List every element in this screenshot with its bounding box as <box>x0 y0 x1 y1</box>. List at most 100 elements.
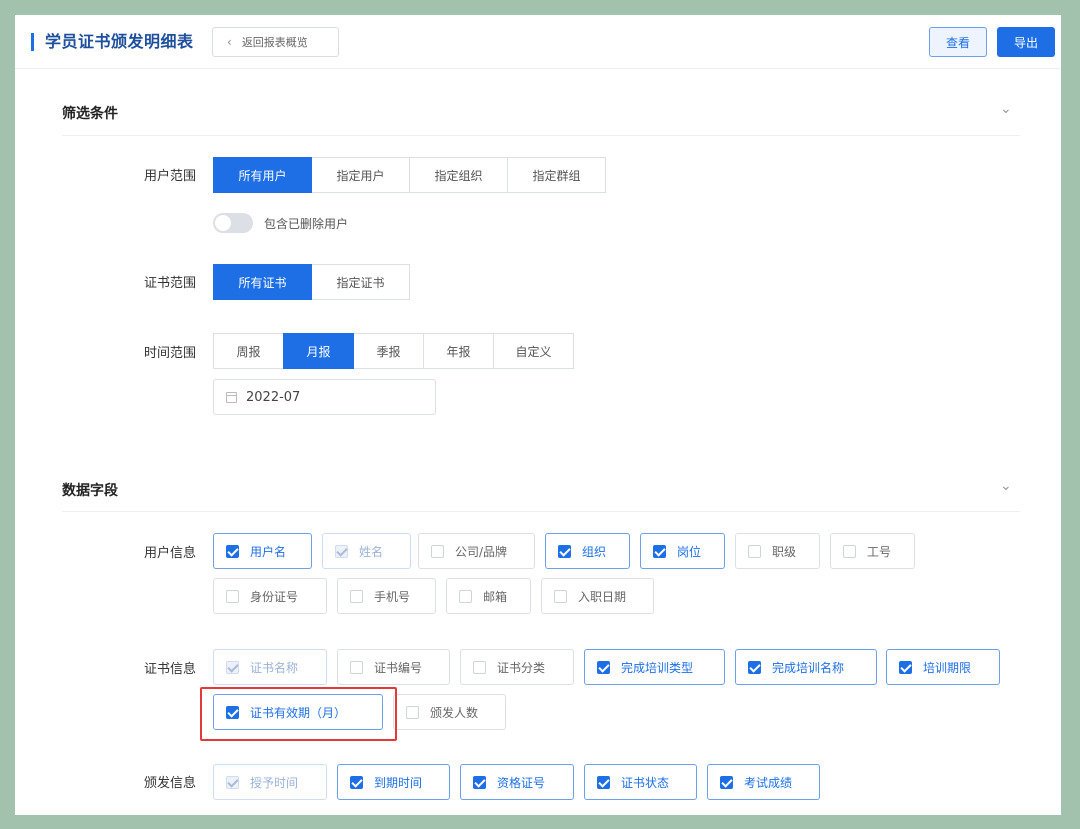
field-label: 证书分类 <box>497 660 546 675</box>
time-scope-option-custom[interactable]: 自定义 <box>493 333 574 369</box>
user-scope-option-users[interactable]: 指定用户 <box>311 157 410 193</box>
field-checkbox-employee-id[interactable]: 工号 <box>830 533 915 569</box>
checkbox-box <box>597 660 610 674</box>
checkbox-box <box>459 589 472 603</box>
time-scope-option-quarter[interactable]: 季报 <box>353 333 424 369</box>
field-checkbox-org[interactable]: 组织 <box>545 533 630 569</box>
checkbox-box <box>554 589 567 603</box>
user-scope-option-orgs[interactable]: 指定组织 <box>409 157 508 193</box>
checkbox-box <box>226 660 239 674</box>
user-info-label: 用户信息 <box>144 546 197 561</box>
field-checkbox-cert-status[interactable]: 证书状态 <box>584 764 697 800</box>
field-checkbox-email[interactable]: 邮箱 <box>446 578 531 614</box>
field-label: 完成培训名称 <box>772 660 845 675</box>
toggle-knob <box>215 215 231 231</box>
field-label: 入职日期 <box>578 589 627 604</box>
time-scope-option-week[interactable]: 周报 <box>213 333 284 369</box>
checkbox-box <box>350 660 363 674</box>
checkbox-box <box>899 660 912 674</box>
field-checkbox-qualification-number[interactable]: 资格证号 <box>460 764 574 800</box>
field-checkbox-cert-number[interactable]: 证书编号 <box>337 649 450 685</box>
issue-info-label: 颁发信息 <box>144 776 197 791</box>
time-scope-label: 时间范围 <box>144 346 197 361</box>
field-checkbox-cert-category[interactable]: 证书分类 <box>460 649 574 685</box>
section-divider <box>62 135 1020 136</box>
field-label: 考试成绩 <box>744 775 793 790</box>
checkbox-box <box>431 544 444 558</box>
field-checkbox-training-name[interactable]: 完成培训名称 <box>735 649 877 685</box>
checkbox-box <box>350 589 363 603</box>
time-scope-option-year[interactable]: 年报 <box>423 333 494 369</box>
field-label: 授予时间 <box>250 775 299 790</box>
cert-info-label: 证书信息 <box>144 662 197 677</box>
field-checkbox-phone[interactable]: 手机号 <box>337 578 436 614</box>
checkbox-box <box>226 589 239 603</box>
include-deleted-label: 包含已删除用户 <box>264 217 349 231</box>
checkbox-box <box>720 775 733 789</box>
include-deleted-toggle[interactable] <box>213 213 253 233</box>
field-label: 资格证号 <box>497 775 546 790</box>
checkbox-box <box>653 544 666 558</box>
field-label: 岗位 <box>677 544 702 559</box>
calendar-icon <box>226 391 237 403</box>
field-label: 证书名称 <box>250 660 299 675</box>
field-checkbox-training-type[interactable]: 完成培训类型 <box>584 649 725 685</box>
field-checkbox-id-number[interactable]: 身份证号 <box>213 578 327 614</box>
section-divider <box>62 511 1020 512</box>
checkbox-box <box>406 705 419 719</box>
checkbox-box <box>473 660 486 674</box>
user-scope-option-groups[interactable]: 指定群组 <box>507 157 606 193</box>
field-checkbox-name[interactable]: 姓名 <box>322 533 411 569</box>
field-checkbox-rank[interactable]: 职级 <box>735 533 820 569</box>
user-scope-option-all[interactable]: 所有用户 <box>213 157 312 193</box>
view-button[interactable]: 查看 <box>929 27 987 57</box>
field-label: 组织 <box>582 544 607 559</box>
page-title: 学员证书颁发明细表 <box>45 32 194 51</box>
time-scope-option-month[interactable]: 月报 <box>283 333 354 369</box>
checkbox-box <box>350 775 363 789</box>
field-checkbox-issued-count[interactable]: 颁发人数 <box>393 694 506 730</box>
field-checkbox-exam-score[interactable]: 考试成绩 <box>707 764 820 800</box>
checkbox-box <box>748 660 761 674</box>
cert-scope-option-all[interactable]: 所有证书 <box>213 264 312 300</box>
chevron-left-icon: ‹ <box>227 35 232 49</box>
field-checkbox-hire-date[interactable]: 入职日期 <box>541 578 654 614</box>
report-card: 学员证书颁发明细表 ‹ 返回报表概览 查看 导出 筛选条件 ⌄ 用户范围 所有用… <box>15 15 1061 815</box>
field-label: 姓名 <box>359 544 384 559</box>
export-button[interactable]: 导出 <box>997 27 1055 57</box>
field-checkbox-cert-name[interactable]: 证书名称 <box>213 649 327 685</box>
user-scope-label: 用户范围 <box>144 169 197 184</box>
field-checkbox-username[interactable]: 用户名 <box>213 533 312 569</box>
page-header: 学员证书颁发明细表 ‹ 返回报表概览 查看 导出 <box>15 15 1061 69</box>
time-scope-selector: 周报 月报 季报 年报 自定义 <box>213 333 574 369</box>
field-checkbox-company[interactable]: 公司/品牌 <box>418 533 535 569</box>
field-label: 工号 <box>867 544 892 559</box>
field-label: 颁发人数 <box>430 705 479 720</box>
chevron-down-icon[interactable]: ⌄ <box>1000 101 1012 117</box>
checkbox-box <box>473 775 486 789</box>
checkbox-box <box>226 775 239 789</box>
user-scope-selector: 所有用户 指定用户 指定组织 指定群组 <box>213 157 606 193</box>
field-label: 职级 <box>772 544 797 559</box>
field-label: 公司/品牌 <box>455 544 508 559</box>
checkbox-box <box>558 544 571 558</box>
field-label: 证书状态 <box>621 775 670 790</box>
field-label: 培训期限 <box>923 660 972 675</box>
field-checkbox-grant-time[interactable]: 授予时间 <box>213 764 327 800</box>
field-label: 身份证号 <box>250 589 299 604</box>
cert-scope-label: 证书范围 <box>144 276 197 291</box>
month-picker-input[interactable]: 2022-07 <box>213 379 436 415</box>
field-label: 到期时间 <box>374 775 423 790</box>
cert-scope-selector: 所有证书 指定证书 <box>213 264 410 300</box>
field-checkbox-expiry-time[interactable]: 到期时间 <box>337 764 450 800</box>
checkbox-box <box>843 544 856 558</box>
back-to-overview-button[interactable]: ‹ 返回报表概览 <box>212 27 339 57</box>
checkbox-box <box>597 775 610 789</box>
back-button-label: 返回报表概览 <box>241 36 308 49</box>
month-picker-value: 2022-07 <box>246 389 301 405</box>
field-checkbox-position[interactable]: 岗位 <box>640 533 725 569</box>
cert-scope-option-specific[interactable]: 指定证书 <box>311 264 410 300</box>
fields-section-title: 数据字段 <box>62 483 118 499</box>
field-checkbox-training-period[interactable]: 培训期限 <box>886 649 1000 685</box>
chevron-down-icon[interactable]: ⌄ <box>1000 478 1012 494</box>
